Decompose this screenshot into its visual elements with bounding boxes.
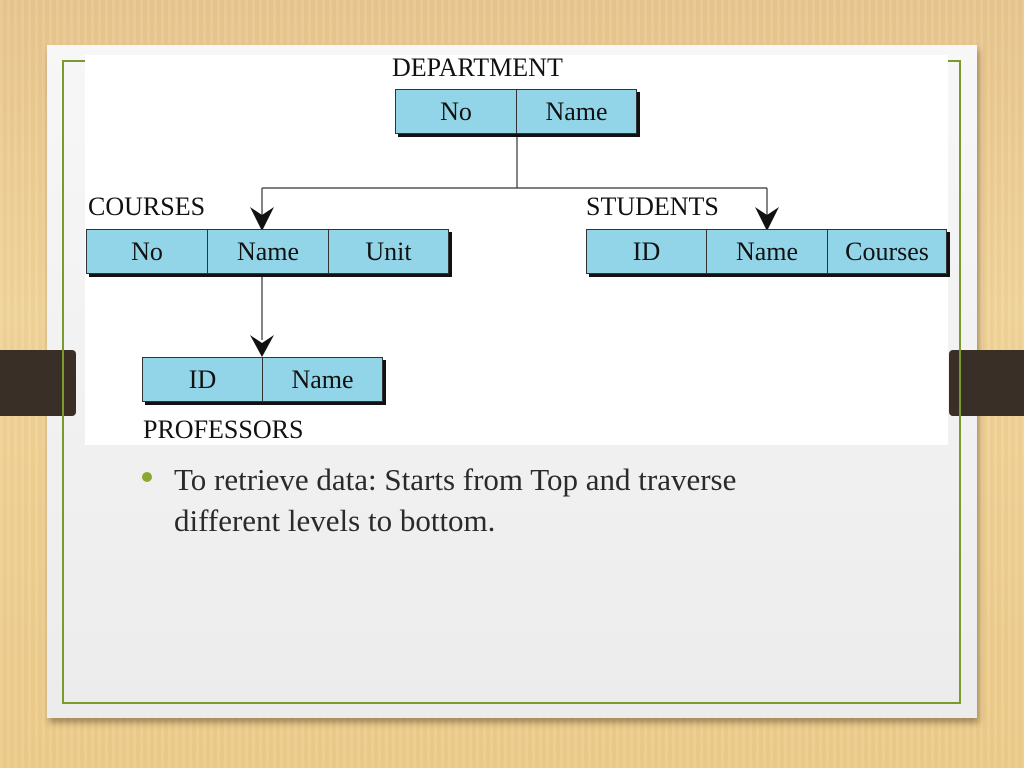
bullet-text: To retrieve data: Starts from Top and tr…	[174, 462, 737, 538]
courses-label: COURSES	[88, 192, 206, 221]
courses-field-unit: Unit	[328, 229, 449, 274]
department-label: DEPARTMENT	[392, 53, 563, 82]
professors-field-name: Name	[262, 357, 383, 402]
courses-field-no: No	[86, 229, 208, 274]
courses-field-name: Name	[207, 229, 329, 274]
hierarchical-model-diagram: DEPARTMENT No Name COURSES No Name Unit …	[85, 55, 948, 445]
students-field-id: ID	[586, 229, 707, 274]
students-field-courses: Courses	[827, 229, 947, 274]
professors-field-id: ID	[142, 357, 263, 402]
students-label: STUDENTS	[586, 192, 719, 221]
students-field-name: Name	[706, 229, 828, 274]
department-field-name: Name	[516, 89, 637, 134]
department-field-no: No	[395, 89, 517, 134]
professors-label: PROFESSORS	[143, 415, 304, 444]
bullet-icon	[142, 472, 152, 482]
